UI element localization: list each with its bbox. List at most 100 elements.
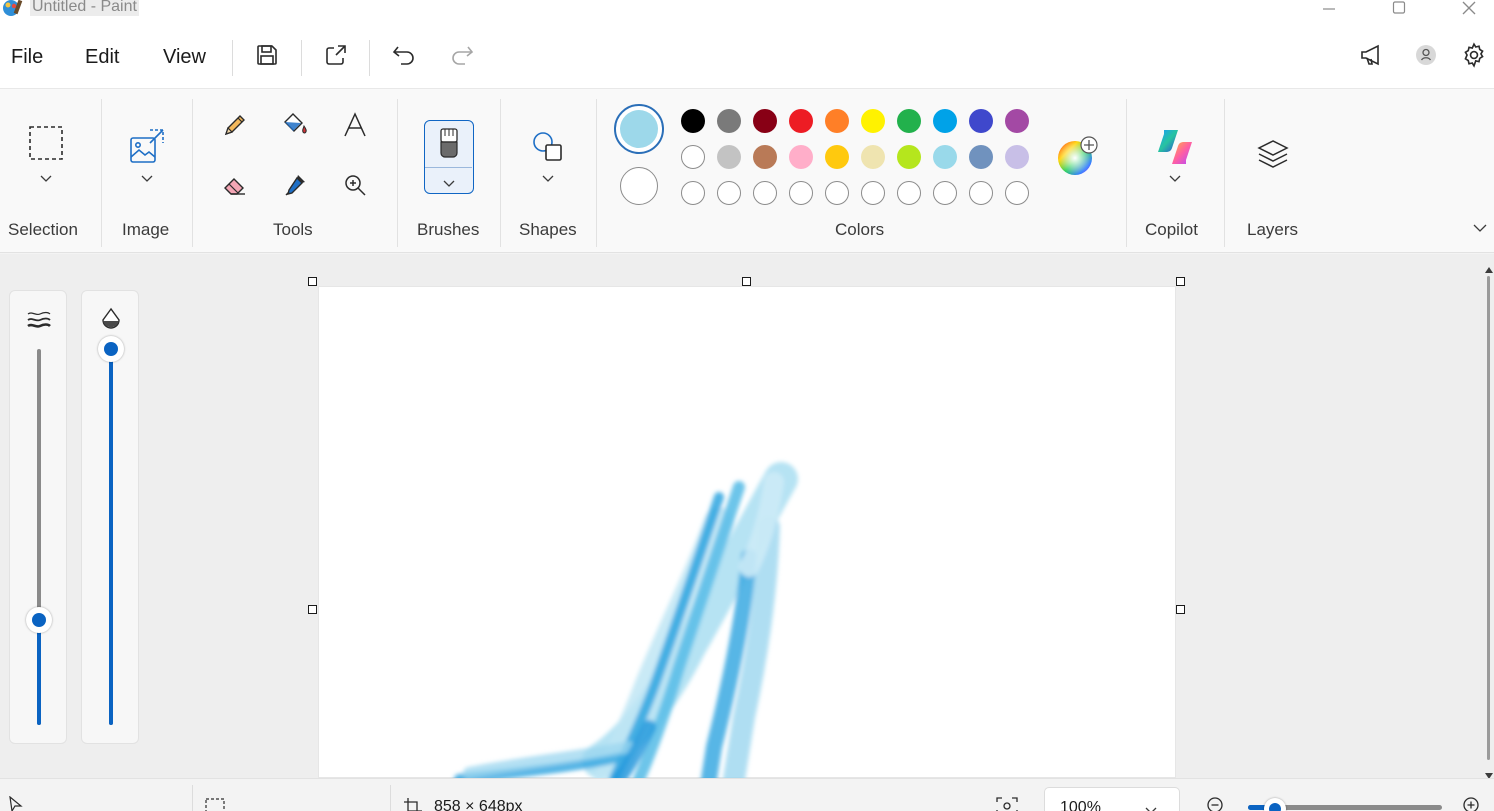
- custom-color-slot[interactable]: [861, 181, 885, 205]
- color-swatch[interactable]: [933, 145, 957, 169]
- color-swatch[interactable]: [681, 145, 705, 169]
- primary-color-button[interactable]: [614, 104, 664, 154]
- opacity-slider[interactable]: [82, 336, 140, 727]
- color-picker-tool-button[interactable]: [279, 171, 311, 203]
- selection-tool-button[interactable]: [24, 123, 68, 167]
- slider-thumb[interactable]: [26, 606, 52, 633]
- color-swatch[interactable]: [1005, 109, 1029, 133]
- zoom-slider[interactable]: [1248, 798, 1442, 811]
- resize-handle-right[interactable]: [1176, 605, 1185, 614]
- resize-handle-top-left[interactable]: [308, 277, 317, 286]
- menu-file[interactable]: File: [11, 46, 43, 69]
- maximize-button[interactable]: [1376, 0, 1422, 20]
- color-swatch[interactable]: [717, 145, 741, 169]
- color-swatch[interactable]: [933, 109, 957, 133]
- status-bar: 858 × 648px 100%: [0, 778, 1494, 811]
- color-swatch[interactable]: [969, 145, 993, 169]
- drawing-canvas[interactable]: [318, 286, 1176, 794]
- color-swatch[interactable]: [789, 145, 813, 169]
- redo-button[interactable]: [445, 40, 479, 74]
- zoom-in-icon: [1463, 797, 1479, 811]
- zoom-level-select[interactable]: 100%: [1044, 787, 1180, 811]
- custom-color-slot[interactable]: [897, 181, 921, 205]
- chevron-down-icon: [443, 175, 455, 193]
- ribbon-divider: [596, 99, 597, 247]
- color-swatch[interactable]: [897, 109, 921, 133]
- stroke-size-icon: [26, 309, 52, 336]
- color-swatch[interactable]: [753, 109, 777, 133]
- custom-color-slot[interactable]: [681, 181, 705, 205]
- resize-handle-top[interactable]: [742, 277, 751, 286]
- scrollbar-thumb[interactable]: [1487, 276, 1490, 760]
- brushes-button[interactable]: [424, 120, 474, 194]
- custom-color-slot[interactable]: [825, 181, 849, 205]
- feedback-button[interactable]: [1356, 40, 1390, 74]
- eyedropper-icon: [282, 172, 308, 203]
- custom-color-slot[interactable]: [969, 181, 993, 205]
- zoom-out-button[interactable]: [1206, 796, 1226, 811]
- pencil-tool-button[interactable]: [219, 111, 251, 143]
- custom-color-slot[interactable]: [753, 181, 777, 205]
- magnifier-tool-button[interactable]: [339, 171, 371, 203]
- group-label-image: Image: [122, 220, 170, 239]
- color-swatch[interactable]: [681, 109, 705, 133]
- custom-color-slot[interactable]: [789, 181, 813, 205]
- edit-colors-button[interactable]: [1054, 133, 1102, 181]
- fit-to-window-button[interactable]: [996, 797, 1018, 811]
- zoom-level-text: 100%: [1060, 799, 1101, 811]
- slider-thumb[interactable]: [98, 336, 124, 362]
- copilot-dropdown[interactable]: [1165, 171, 1185, 187]
- image-dropdown[interactable]: [137, 171, 157, 187]
- save-button[interactable]: [250, 40, 284, 74]
- custom-color-slot[interactable]: [933, 181, 957, 205]
- ribbon-collapse-button[interactable]: [1470, 221, 1490, 237]
- color-swatch[interactable]: [861, 109, 885, 133]
- menu-view[interactable]: View: [163, 46, 206, 69]
- color-swatch[interactable]: [861, 145, 885, 169]
- undo-button[interactable]: [387, 40, 421, 74]
- custom-color-slot[interactable]: [717, 181, 741, 205]
- color-swatch[interactable]: [789, 109, 813, 133]
- selection-dropdown[interactable]: [36, 171, 56, 187]
- image-button[interactable]: [125, 127, 169, 169]
- chevron-down-icon: [1145, 802, 1157, 811]
- close-button[interactable]: [1446, 0, 1492, 20]
- fit-screen-icon: [996, 797, 1018, 811]
- slider-track-fill: [37, 619, 41, 725]
- eraser-icon: [222, 172, 248, 203]
- resize-handle-left[interactable]: [308, 605, 317, 614]
- zoom-slider-thumb[interactable]: [1264, 798, 1286, 811]
- text-tool-button[interactable]: [339, 111, 371, 143]
- copilot-button[interactable]: [1153, 127, 1197, 171]
- ribbon-divider: [397, 99, 398, 247]
- minimize-button[interactable]: [1306, 0, 1352, 20]
- color-swatch[interactable]: [825, 145, 849, 169]
- zoom-in-icon: [343, 173, 367, 202]
- avatar-icon: [1415, 44, 1437, 71]
- brush-size-slider[interactable]: [10, 349, 68, 727]
- color-swatch[interactable]: [1005, 145, 1029, 169]
- shapes-dropdown[interactable]: [538, 171, 558, 187]
- secondary-color-button[interactable]: [620, 167, 658, 205]
- settings-button[interactable]: [1457, 40, 1491, 74]
- shapes-button[interactable]: [528, 129, 568, 169]
- maximize-icon: [1392, 0, 1406, 20]
- color-swatch[interactable]: [969, 109, 993, 133]
- color-swatch[interactable]: [897, 145, 921, 169]
- eraser-tool-button[interactable]: [219, 171, 251, 203]
- zoom-in-button[interactable]: [1462, 796, 1482, 811]
- color-swatch[interactable]: [753, 145, 777, 169]
- group-label-selection: Selection: [8, 220, 78, 239]
- account-button[interactable]: [1409, 40, 1443, 74]
- fill-tool-button[interactable]: [279, 111, 311, 143]
- paint-app-icon: [2, 0, 24, 18]
- vertical-scrollbar[interactable]: [1484, 256, 1494, 779]
- share-button[interactable]: [319, 40, 353, 74]
- custom-color-slot[interactable]: [1005, 181, 1029, 205]
- resize-handle-top-right[interactable]: [1176, 277, 1185, 286]
- color-swatch[interactable]: [717, 109, 741, 133]
- menu-divider: [232, 40, 233, 76]
- layers-button[interactable]: [1252, 135, 1294, 177]
- menu-edit[interactable]: Edit: [85, 46, 119, 69]
- color-swatch[interactable]: [825, 109, 849, 133]
